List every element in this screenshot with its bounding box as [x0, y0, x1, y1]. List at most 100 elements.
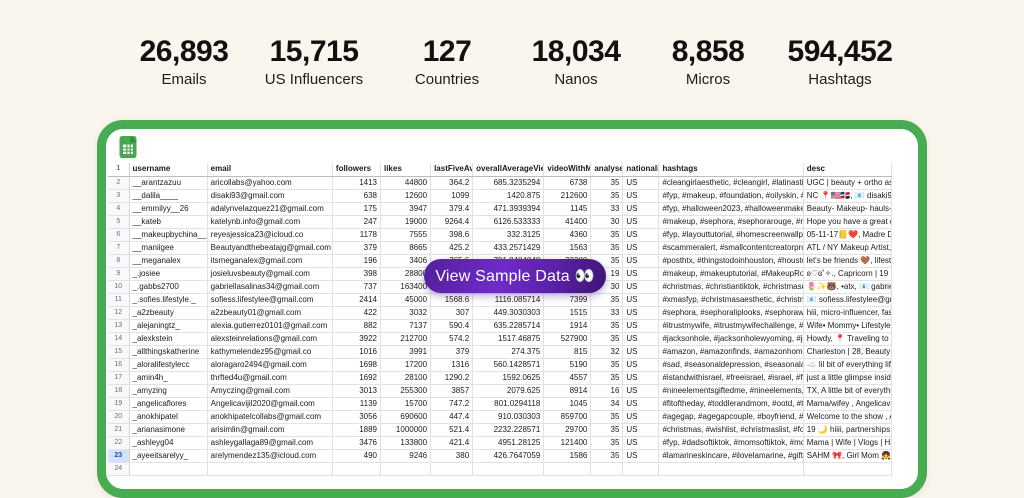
- cell-desc[interactable]: Charleston | 28, Beauty | Lifestyle: [803, 345, 891, 358]
- cell-overallaverageview[interactable]: 560.1428571: [473, 358, 544, 371]
- cell-analyse[interactable]: 35: [591, 436, 623, 449]
- cell-likes[interactable]: 3032: [380, 306, 430, 319]
- cell-analyse[interactable]: 35: [591, 423, 623, 436]
- cell-analyse[interactable]: 32: [591, 345, 623, 358]
- cell-desc[interactable]: 19 🌙 hiiii, partnerships:arisimlin: [803, 423, 891, 436]
- cell-lastfiveavera[interactable]: 364.2: [431, 176, 473, 189]
- cell-desc[interactable]: SAHM 🎀, Girl Mom 👧, 24 🎂: [803, 449, 891, 462]
- cell-nationality[interactable]: US: [623, 241, 659, 254]
- cell-username[interactable]: _ashleyg04: [129, 436, 207, 449]
- cell-email[interactable]: aloragaro2494@gmail.com: [207, 358, 332, 371]
- cell-overallaverageview[interactable]: [473, 462, 544, 475]
- cell-username[interactable]: __dalila____: [129, 189, 207, 202]
- cell-username[interactable]: __maniigee: [129, 241, 207, 254]
- cell-analyse[interactable]: 33: [591, 202, 623, 215]
- cell-hashtags[interactable]: #fyp, #makeup, #foundation, #oilyskin, #…: [659, 189, 803, 202]
- cell-desc[interactable]: Howdy, 📍 Traveling to a new city: [803, 332, 891, 345]
- cell-desc[interactable]: ATL / NY Makeup Artist, Beauty C: [803, 241, 891, 254]
- row-number[interactable]: 14: [108, 332, 129, 345]
- cell-email[interactable]: disaki93@gmail.com: [207, 189, 332, 202]
- cell-analyse[interactable]: 35: [591, 449, 623, 462]
- cell-email[interactable]: a2zbeauty01@gmail.com: [207, 306, 332, 319]
- cell-desc[interactable]: Hope you have a great day 🤍, kat: [803, 215, 891, 228]
- cell-hashtags[interactable]: #jacksonhole, #jacksonholewyoming, #ja: [659, 332, 803, 345]
- cell-likes[interactable]: 19000: [380, 215, 430, 228]
- row-number[interactable]: 2: [108, 176, 129, 189]
- cell-hashtags[interactable]: #fyp, #dadsoftiktok, #momsoftiktok, #mor: [659, 436, 803, 449]
- cell-desc[interactable]: 📧 sofiess.lifestylee@gmail.com,: [803, 293, 891, 306]
- row-number[interactable]: 4: [108, 202, 129, 215]
- cell-likes[interactable]: 12600: [380, 189, 430, 202]
- cell-followers[interactable]: 196: [332, 254, 380, 267]
- cell-overallaverageview[interactable]: 449.3030303: [473, 306, 544, 319]
- cell-desc[interactable]: Wife• Mommy• Lifestyle, 📧 alexi: [803, 319, 891, 332]
- cell-email[interactable]: ashleygallaga89@gmail.com: [207, 436, 332, 449]
- cell-lastfiveavera[interactable]: 1568.6: [431, 293, 473, 306]
- cell-likes[interactable]: 7137: [380, 319, 430, 332]
- cell-nationality[interactable]: US: [623, 358, 659, 371]
- cell-overallaverageview[interactable]: 1517.46875: [473, 332, 544, 345]
- cell-overallaverageview[interactable]: 471.3939394: [473, 202, 544, 215]
- cell-likes[interactable]: 690600: [380, 410, 430, 423]
- cell-followers[interactable]: [332, 462, 380, 475]
- cell-videowithm[interactable]: 5190: [544, 358, 591, 371]
- cell-followers[interactable]: 1178: [332, 228, 380, 241]
- cell-videowithm[interactable]: 1563: [544, 241, 591, 254]
- cell-lastfiveavera[interactable]: 521.4: [431, 423, 473, 436]
- cell-username[interactable]: __arantzazuu: [129, 176, 207, 189]
- cell-followers[interactable]: 175: [332, 202, 380, 215]
- cell-hashtags[interactable]: [659, 462, 803, 475]
- cell-email[interactable]: arelymendez135@icloud.com: [207, 449, 332, 462]
- cell-analyse[interactable]: 35: [591, 189, 623, 202]
- cell-desc[interactable]: Welcome to the show , ATL | 25,: [803, 410, 891, 423]
- cell-lastfiveavera[interactable]: 9264.4: [431, 215, 473, 228]
- cell-hashtags[interactable]: #fitoftheday, #toddlerandmom, #ootd, #to: [659, 397, 803, 410]
- cell-email[interactable]: gabriellasalinas34@gmail.com: [207, 280, 332, 293]
- cell-overallaverageview[interactable]: 4951.28125: [473, 436, 544, 449]
- cell-desc[interactable]: Mama/wifey , Angelicavijil2020@: [803, 397, 891, 410]
- cell-videowithm[interactable]: 7399: [544, 293, 591, 306]
- cell-desc[interactable]: 05-11-17📒❤️, Madre De Dos Prin: [803, 228, 891, 241]
- cell-nationality[interactable]: US: [623, 189, 659, 202]
- cell-followers[interactable]: 737: [332, 280, 380, 293]
- cell-nationality[interactable]: US: [623, 176, 659, 189]
- cell-lastfiveavera[interactable]: 307: [431, 306, 473, 319]
- cell-analyse[interactable]: 35: [591, 371, 623, 384]
- cell-nationality[interactable]: US: [623, 202, 659, 215]
- row-number[interactable]: 12: [108, 306, 129, 319]
- row-number[interactable]: 5: [108, 215, 129, 228]
- cell-likes[interactable]: 8665: [380, 241, 430, 254]
- cell-videowithm[interactable]: 8914: [544, 384, 591, 397]
- cell-desc[interactable]: 🌷✨🐻, •atx, 📧 gabriellasalinas: [803, 280, 891, 293]
- cell-lastfiveavera[interactable]: 747.2: [431, 397, 473, 410]
- cell-followers[interactable]: 3476: [332, 436, 380, 449]
- cell-analyse[interactable]: 33: [591, 306, 623, 319]
- cell-lastfiveavera[interactable]: 590.4: [431, 319, 473, 332]
- cell-username[interactable]: _.josiee: [129, 267, 207, 280]
- cell-videowithm[interactable]: 29700: [544, 423, 591, 436]
- cell-desc[interactable]: ☁️ lil bit of everything lifestyle ☁️,: [803, 358, 891, 371]
- cell-likes[interactable]: 45000: [380, 293, 430, 306]
- cell-desc[interactable]: [803, 462, 891, 475]
- row-number[interactable]: 3: [108, 189, 129, 202]
- cell-nationality[interactable]: US: [623, 410, 659, 423]
- cell-analyse[interactable]: 35: [591, 319, 623, 332]
- cell-overallaverageview[interactable]: 801.0294118: [473, 397, 544, 410]
- column-header-likes[interactable]: likes: [380, 163, 430, 176]
- row-number[interactable]: 13: [108, 319, 129, 332]
- cell-overallaverageview[interactable]: 332.3125: [473, 228, 544, 241]
- row-number[interactable]: 9: [108, 267, 129, 280]
- cell-followers[interactable]: 1692: [332, 371, 380, 384]
- cell-desc[interactable]: TX, A little bit of everything, Amy: [803, 384, 891, 397]
- cell-hashtags[interactable]: #lamarineskincare, #ilovelamarine, #gift…: [659, 449, 803, 462]
- cell-videowithm[interactable]: 1586: [544, 449, 591, 462]
- cell-hashtags[interactable]: #xmasfyp, #christmasaesthetic, #christma: [659, 293, 803, 306]
- cell-nationality[interactable]: US: [623, 254, 659, 267]
- cell-hashtags[interactable]: #christmas, #christiantiktok, #christmas…: [659, 280, 803, 293]
- cell-analyse[interactable]: 35: [591, 293, 623, 306]
- cell-desc[interactable]: let's be friends 🤎, lifestyle | fashi: [803, 254, 891, 267]
- cell-desc[interactable]: UGC | beauty + ortho assistant + li: [803, 176, 891, 189]
- cell-analyse[interactable]: 35: [591, 241, 623, 254]
- cell-desc[interactable]: just a little glimpse inside my brai: [803, 371, 891, 384]
- row-number[interactable]: 16: [108, 358, 129, 371]
